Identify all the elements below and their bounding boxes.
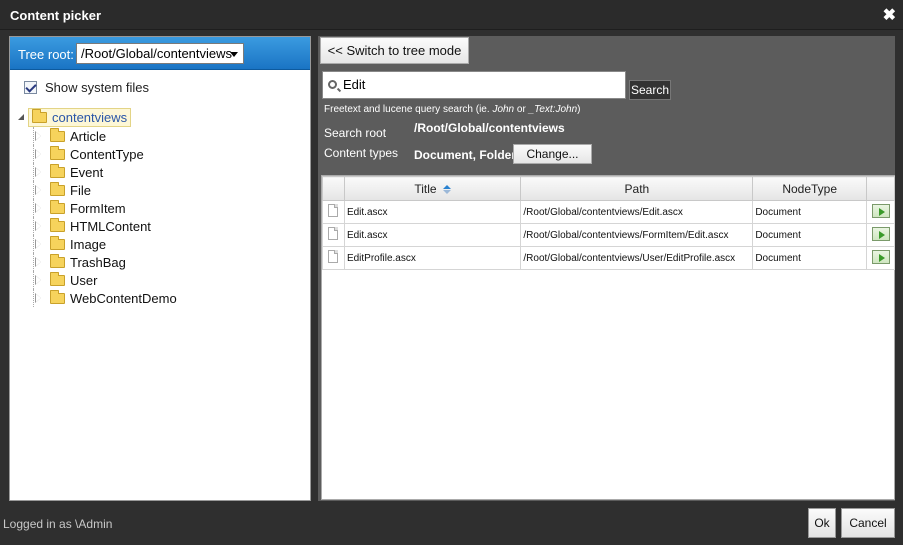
show-system-files-label: Show system files <box>45 80 150 95</box>
document-icon <box>328 227 339 240</box>
tree-root-select[interactable]: /Root/Global/contentviews <box>76 43 244 64</box>
nodetype-column-header[interactable]: NodeType <box>752 176 868 201</box>
expand-icon[interactable] <box>32 130 44 142</box>
tree-node-root[interactable]: contentviews <box>16 107 306 127</box>
expand-icon[interactable] <box>32 238 44 250</box>
search-input[interactable]: Edit <box>322 71 626 99</box>
tree-node-htmlcontent[interactable]: HTMLContent <box>16 217 306 235</box>
dialog-title: Content picker <box>10 8 102 23</box>
tree-root-value: /Root/Global/contentviews <box>81 46 233 61</box>
cancel-button[interactable]: Cancel <box>841 508 895 538</box>
select-arrow-icon[interactable] <box>871 226 890 241</box>
tree-node-trashbag[interactable]: TrashBag <box>16 253 306 271</box>
tree-pane: Tree root: /Root/Global/contentviews Sho… <box>9 36 311 501</box>
select-arrow-icon[interactable] <box>871 203 890 218</box>
content-tree: contentviews Article ContentType Event File… <box>16 107 306 307</box>
table-row[interactable]: Edit.ascx/Root/Global/contentviews/Edit.… <box>322 200 895 224</box>
icon-column-header <box>322 176 345 201</box>
folder-icon <box>50 253 65 268</box>
title-column-header[interactable]: Title <box>343 176 522 201</box>
action-column-header <box>866 176 895 201</box>
tree-node-formitem[interactable]: FormItem <box>16 199 306 217</box>
results-grid: Title Path NodeType Edit.ascx/Root/Globa… <box>321 175 895 500</box>
folder-icon <box>50 127 65 142</box>
result-path: /Root/Global/contentviews/Edit.ascx <box>520 200 754 224</box>
tree-node-image[interactable]: Image <box>16 235 306 253</box>
folder-icon <box>50 145 65 160</box>
tree-node-user[interactable]: User <box>16 271 306 289</box>
folder-icon <box>50 289 65 304</box>
tree-node-event[interactable]: Event <box>16 163 306 181</box>
expand-icon[interactable] <box>32 166 44 178</box>
tree-node-file[interactable]: File <box>16 181 306 199</box>
result-title: Edit.ascx <box>343 200 522 224</box>
result-title: Edit.ascx <box>343 223 522 247</box>
folder-icon <box>50 217 65 232</box>
tree-node-label: Image <box>70 236 107 252</box>
result-title: EditProfile.ascx <box>343 246 522 270</box>
tree-node-label: TrashBag <box>70 254 126 270</box>
tree-node-article[interactable]: Article <box>16 127 306 145</box>
result-path: /Root/Global/contentviews/FormItem/Edit.… <box>520 223 754 247</box>
close-icon[interactable]: ✖ <box>883 5 896 25</box>
tree-node-label: WebContentDemo <box>70 290 177 306</box>
results-header-row: Title Path NodeType <box>322 176 895 201</box>
result-nodetype: Document <box>752 246 868 270</box>
tree-node-webcontentdemo[interactable]: WebContentDemo <box>16 289 306 307</box>
folder-icon <box>32 108 47 123</box>
folder-icon <box>50 163 65 178</box>
document-icon <box>328 250 339 263</box>
expand-icon[interactable] <box>32 292 44 304</box>
table-row[interactable]: EditProfile.ascx/Root/Global/contentview… <box>322 246 895 270</box>
expand-icon[interactable] <box>32 256 44 268</box>
tree-node-label: User <box>70 272 98 288</box>
tree-node-label: HTMLContent <box>70 218 151 234</box>
path-column-header[interactable]: Path <box>520 176 754 201</box>
background-status-text: Logged in as \Admin <box>3 517 113 531</box>
show-system-files-row[interactable]: Show system files <box>24 80 149 95</box>
expand-icon[interactable] <box>32 202 44 214</box>
sort-icon <box>442 184 451 194</box>
content-picker-dialog: Content picker ✖ Logged in as \Admin Tre… <box>0 0 903 545</box>
expand-icon[interactable] <box>32 184 44 196</box>
search-icon <box>328 80 337 89</box>
search-query: Edit <box>343 77 366 92</box>
tree-node-label: Article <box>70 128 107 144</box>
folder-icon <box>50 199 65 214</box>
folder-icon <box>50 181 65 196</box>
content-types-value: Document, Folder <box>414 148 517 162</box>
tree-node-label: FormItem <box>70 200 126 216</box>
tree-node-label: contentviews <box>52 109 128 125</box>
tree-root-bar: Tree root: /Root/Global/contentviews <box>10 37 310 70</box>
expand-icon[interactable] <box>32 274 44 286</box>
chevron-down-icon <box>230 52 238 57</box>
tree-node-root-selected[interactable]: contentviews <box>28 107 132 127</box>
change-types-button[interactable]: Change... <box>513 144 592 164</box>
tree-node-label: File <box>70 182 91 198</box>
document-icon <box>328 204 339 217</box>
folder-icon <box>50 271 65 286</box>
switch-to-tree-button[interactable]: << Switch to tree mode <box>320 37 469 64</box>
show-system-files-checkbox[interactable] <box>24 81 37 94</box>
tree-node-label: Event <box>70 164 104 180</box>
result-nodetype: Document <box>752 223 868 247</box>
search-root-value: /Root/Global/contentviews <box>414 121 565 135</box>
tree-root-label: Tree root: <box>18 47 74 62</box>
tree-node-contenttype[interactable]: ContentType <box>16 145 306 163</box>
expand-icon[interactable] <box>32 148 44 160</box>
tree-node-label: ContentType <box>70 146 144 162</box>
ok-button[interactable]: Ok <box>808 508 836 538</box>
result-path: /Root/Global/contentviews/User/EditProfi… <box>520 246 754 270</box>
search-button[interactable]: Search <box>629 80 671 100</box>
search-root-label: Search root <box>324 126 387 140</box>
folder-icon <box>50 235 65 250</box>
search-hint: Freetext and lucene query search (ie. Jo… <box>324 104 581 115</box>
result-nodetype: Document <box>752 200 868 224</box>
expand-icon[interactable] <box>32 220 44 232</box>
dialog-titlebar: Content picker ✖ <box>0 0 903 30</box>
select-arrow-icon[interactable] <box>871 249 890 264</box>
expanded-icon[interactable] <box>16 111 28 123</box>
content-types-label: Content types <box>324 146 399 160</box>
table-row[interactable]: Edit.ascx/Root/Global/contentviews/FormI… <box>322 223 895 247</box>
